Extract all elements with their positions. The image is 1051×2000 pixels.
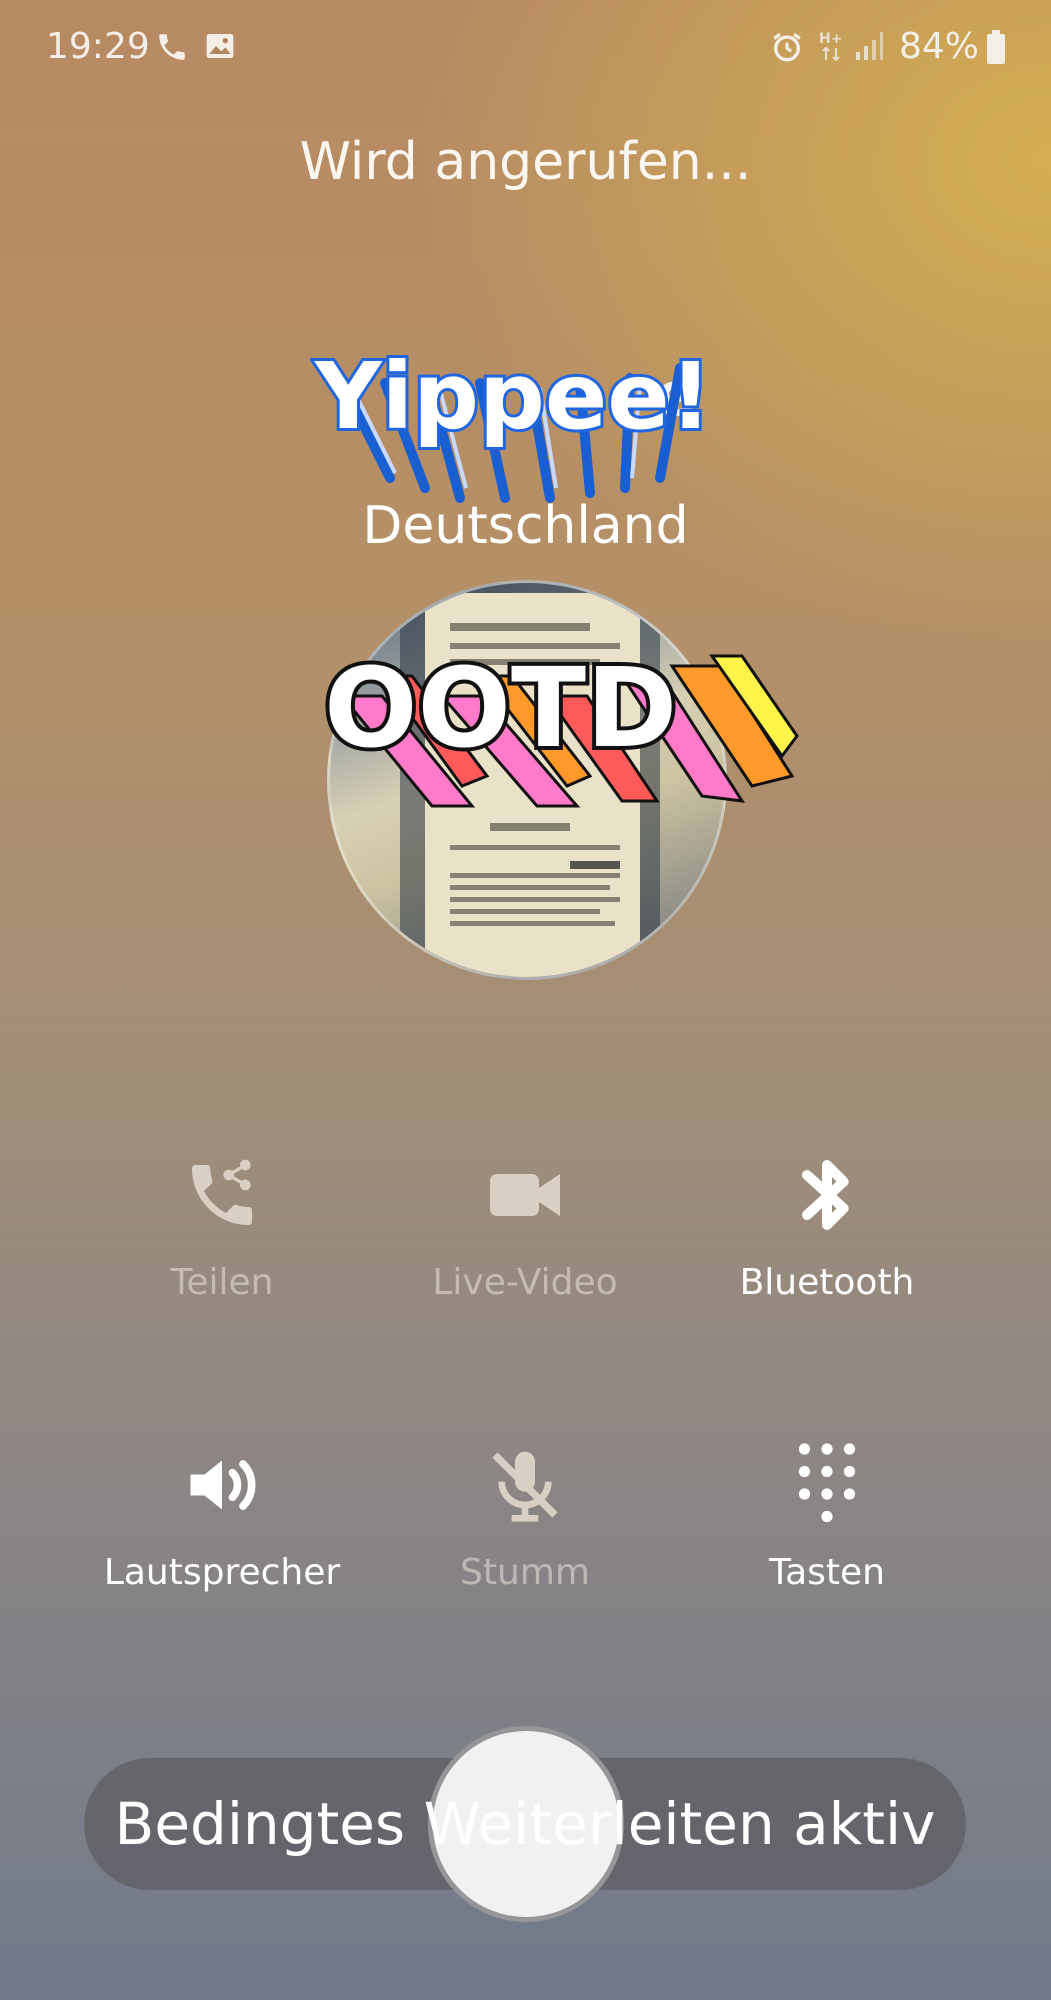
- live-video-label: Live-Video: [432, 1262, 618, 1303]
- ootd-sticker[interactable]: OOTD: [320, 636, 802, 830]
- bluetooth-icon: [677, 1150, 977, 1240]
- call-status: Wird angerufen...: [299, 132, 752, 192]
- live-video-button[interactable]: Live-Video: [375, 1150, 675, 1303]
- share-button[interactable]: Teilen: [72, 1150, 372, 1303]
- phone-icon: [155, 30, 189, 68]
- speaker-label: Lautsprecher: [103, 1552, 341, 1593]
- keypad-label: Tasten: [769, 1552, 885, 1593]
- yippee-sticker-text: Yippee!: [314, 343, 710, 450]
- battery-percent: 84%: [898, 26, 979, 67]
- status-bar: 19:29 H+ 84%: [0, 0, 1051, 100]
- svg-text:H+: H+: [819, 31, 842, 47]
- mute-label: Stumm: [460, 1552, 590, 1593]
- battery-icon: [986, 30, 1006, 68]
- keypad-button[interactable]: Tasten: [677, 1440, 977, 1593]
- share-label: Teilen: [170, 1262, 274, 1303]
- video-camera-icon: [375, 1150, 675, 1240]
- mic-muted-icon: [375, 1440, 675, 1530]
- mute-button[interactable]: Stumm: [375, 1440, 675, 1593]
- bluetooth-button[interactable]: Bluetooth: [677, 1150, 977, 1303]
- speaker-icon: [72, 1440, 372, 1530]
- status-time: 19:29: [46, 26, 150, 67]
- image-icon: [204, 30, 236, 66]
- signal-icon: [854, 30, 884, 66]
- call-background: [0, 0, 1051, 2000]
- keypad-icon: [677, 1440, 977, 1530]
- speaker-button[interactable]: Lautsprecher: [72, 1440, 372, 1593]
- contact-location: Deutschland: [362, 496, 689, 556]
- forwarding-toast: Bedingtes Weiterleiten aktiv: [114, 1790, 936, 1858]
- data-hplus-icon: H+: [818, 28, 848, 68]
- bluetooth-label: Bluetooth: [739, 1262, 915, 1303]
- ootd-sticker-text: OOTD: [324, 644, 677, 772]
- alarm-icon: [770, 30, 804, 68]
- share-call-icon: [72, 1150, 372, 1240]
